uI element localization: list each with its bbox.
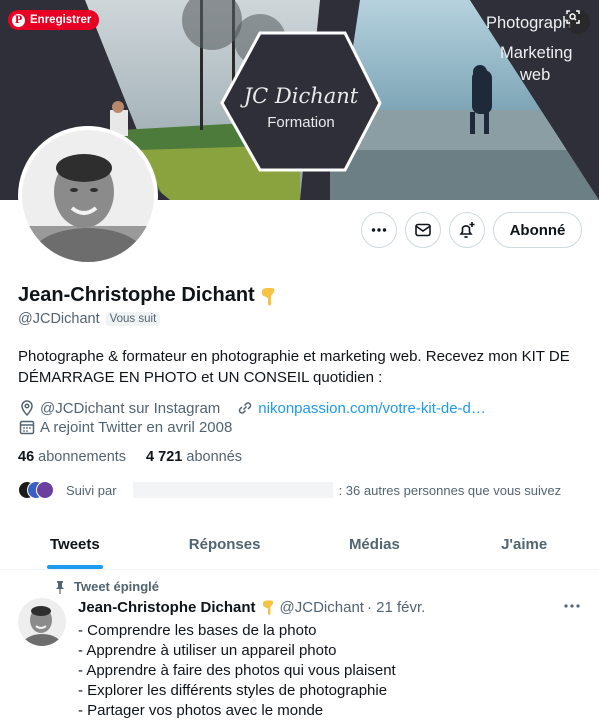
tweet-line: - Explorer les différents styles de phot… [78,682,388,699]
pinterest-save-button[interactable]: P Enregistrer [8,10,100,30]
tab-media[interactable]: Médias [300,520,450,569]
profile-bio: Photographe & formateur en photographie … [18,348,570,386]
followed-by-row[interactable]: Suivi par : 36 autres personnes que vous… [18,479,561,501]
follow-stats: 46 abonnements 4 721 abonnés [18,449,242,465]
redacted-names [132,482,333,498]
banner-logo-title: JC Dichant [243,84,359,108]
followed-by-avatars [18,479,58,501]
more-options-button[interactable] [361,212,397,248]
banner-text-line-2: Marketing [500,44,573,62]
profile-name-text: Jean-Christophe Dichant [18,284,255,306]
tab-replies[interactable]: Réponses [150,520,300,569]
follows-you-badge: Vous suit [105,312,161,326]
more-icon [564,604,580,608]
profile-joined-date: A rejoint Twitter en avril 2008 [40,418,233,436]
tweet-author-avatar[interactable] [18,598,66,646]
tab-tweets[interactable]: Tweets [0,520,150,569]
tweet-more-button[interactable] [562,598,582,619]
location-icon [21,400,33,417]
tweet-body: - Comprendre les bases de la photo - App… [78,621,396,721]
followers-stat[interactable]: 4 721 abonnés [146,449,242,465]
tweet-header: Jean-Christophe Dichant @JCDichant · 21 … [78,598,425,616]
tweet-line: - Comprendre les bases de la photo [78,622,317,639]
banner-logo-subtitle: Formation [267,114,335,131]
tab-likes[interactable]: J'aime [449,520,599,569]
more-icon [371,228,387,232]
profile-tabs: Tweets Réponses Médias J'aime [0,520,599,570]
tweet-line: - Apprendre à faire des photos qui vous … [78,662,396,679]
mini-avatar [36,481,54,499]
followers-label: abonnés [186,449,243,465]
calendar-icon [19,420,35,435]
profile-avatar[interactable] [18,126,158,266]
banner-text-line-3: web [520,66,551,84]
profile-handle: @JCDichant [18,311,100,327]
tweet-date[interactable]: · 21 févr. [367,599,425,616]
following-button[interactable]: Abonné [493,212,582,248]
visual-search-icon[interactable] [566,10,590,34]
pointing-down-emoji-icon [262,600,273,615]
profile-location: @JCDichant sur Instagram [40,399,221,417]
bell-plus-icon [459,222,475,238]
banner-text-line-1: Photograph [486,14,572,32]
following-count: 46 [18,449,35,465]
message-button[interactable] [405,212,441,248]
envelope-icon [415,223,431,237]
save-button-label: Enregistrer [30,14,92,26]
profile-website-link[interactable]: nikonpassion.com/votre-kit-de-d… [258,400,486,417]
followers-count: 4 721 [146,449,183,465]
meta-row-2: A rejoint Twitter en avril 2008 [18,418,232,436]
meta-row-1: @JCDichant sur Instagram nikonpassion.co… [18,399,486,417]
pinterest-icon: P [12,13,25,27]
pointing-down-emoji-icon [261,287,275,305]
pinned-tweet-label: Tweet épinglé [54,579,159,594]
banner-logo: JC Dichant Formation [222,84,380,131]
handle-row: @JCDichant Vous suit [18,311,161,327]
link-icon [239,402,252,414]
pin-icon [56,580,64,594]
following-label: abonnements [38,449,127,465]
followed-by-prefix: Suivi par [66,482,117,498]
tweet-line: - Partager vos photos avec le monde [78,702,324,719]
tweet-author-handle[interactable]: @JCDichant [280,599,364,616]
notifications-button[interactable] [449,212,485,248]
following-stat[interactable]: 46 abonnements [18,449,126,465]
tweet-author-name[interactable]: Jean-Christophe Dichant [78,599,256,616]
pinned-label-text: Tweet épinglé [74,579,159,594]
profile-name: Jean-Christophe Dichant [18,284,279,307]
tweet-line: - Apprendre à utiliser un appareil photo [78,642,337,659]
followed-by-suffix: : 36 autres personnes que vous suivez [338,482,562,498]
